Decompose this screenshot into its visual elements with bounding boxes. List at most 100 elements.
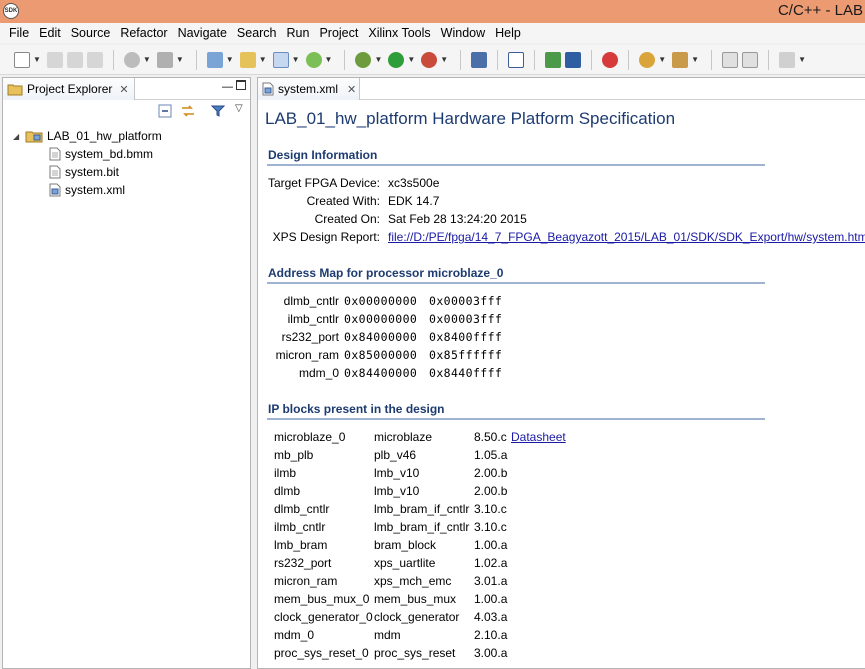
paragraph-icon[interactable]: [742, 51, 759, 68]
toolbar-separator: [768, 49, 770, 70]
address-map-name: mdm_0: [298, 366, 339, 380]
info-value: EDK 14.7: [388, 194, 440, 208]
ip-type: xps_mch_emc: [374, 574, 452, 588]
ip-version: 2.00.b: [474, 484, 508, 498]
ip-version: 8.50.c: [474, 430, 507, 444]
debug-dropdown-icon[interactable]: ▼: [374, 55, 382, 64]
info-label: Target FPGA Device:: [267, 176, 380, 190]
new-dropdown-icon[interactable]: ▼: [33, 55, 41, 64]
save-icon[interactable]: [46, 51, 63, 68]
info-label: Created With:: [306, 194, 380, 208]
repository-icon[interactable]: [602, 51, 619, 68]
design-report-link[interactable]: file://D:/PE/fpga/14_7_FPGA_Beagyazott_2…: [388, 230, 865, 244]
address-map-name: dlmb_cntlr: [283, 294, 339, 308]
new-class-dropdown-icon[interactable]: ▼: [292, 55, 300, 64]
print-icon[interactable]: [86, 51, 103, 68]
ip-type: mem_bus_mux: [374, 592, 457, 606]
external-tools-icon[interactable]: [421, 51, 438, 68]
project-explorer-tabbar: Project Explorer ✕ —: [3, 78, 250, 100]
menu-bar: File Edit Source Refactor Navigate Searc…: [0, 23, 865, 43]
menu-refactor[interactable]: Refactor: [115, 26, 172, 40]
new-project-dropdown-icon[interactable]: ▼: [226, 55, 234, 64]
expanded-arrow-icon[interactable]: ◢: [13, 132, 25, 141]
new-class-icon[interactable]: [272, 51, 289, 68]
new-source-folder-icon[interactable]: [239, 51, 256, 68]
toolbar-separator: [195, 49, 197, 70]
terminal-icon[interactable]: [508, 51, 525, 68]
next-annotation-dropdown-icon[interactable]: ▼: [798, 55, 806, 64]
external-tools-dropdown-icon[interactable]: ▼: [440, 55, 448, 64]
hardware-platform-icon[interactable]: [545, 51, 562, 68]
run-dropdown-icon[interactable]: ▼: [407, 55, 415, 64]
new-file-icon[interactable]: [305, 51, 322, 68]
maximize-icon[interactable]: [236, 80, 246, 90]
menu-navigate[interactable]: Navigate: [173, 26, 232, 40]
close-icon[interactable]: ✕: [347, 83, 356, 96]
tree-label: LAB_01_hw_platform: [47, 129, 162, 143]
menu-file[interactable]: File: [4, 26, 34, 40]
save-all-icon[interactable]: [66, 51, 83, 68]
explorer-view-toolbar: ▽: [3, 100, 250, 122]
address-map-name: micron_ram: [275, 348, 339, 362]
hammer-build-icon[interactable]: [156, 51, 173, 68]
pen-annotate-icon[interactable]: [672, 51, 689, 68]
minimize-icon[interactable]: —: [222, 81, 233, 93]
toolbar-separator: [591, 49, 593, 70]
collapse-all-icon[interactable]: [158, 104, 172, 118]
close-icon[interactable]: ✕: [119, 83, 128, 96]
folder-icon: [7, 84, 23, 96]
ip-type: microblaze: [374, 430, 433, 444]
address-base: 0x00000000: [344, 294, 418, 308]
ip-instance: mb_plb: [274, 448, 314, 462]
next-annotation-icon[interactable]: [779, 51, 796, 68]
section-divider: [267, 282, 765, 284]
build-config-dropdown-icon[interactable]: ▼: [143, 55, 151, 64]
menu-edit[interactable]: Edit: [34, 26, 66, 40]
tree-label: system_bd.bmm: [65, 147, 154, 161]
hardware-spec-file-icon: [262, 82, 274, 96]
debug-bug-icon[interactable]: [355, 51, 372, 68]
ip-instance: micron_ram: [274, 574, 338, 588]
build-dropdown-icon[interactable]: ▼: [176, 55, 184, 64]
new-cpp-project-icon[interactable]: [206, 51, 223, 68]
program-fpga-icon[interactable]: [471, 51, 488, 68]
tab-system-xml[interactable]: system.xml ✕: [258, 78, 360, 100]
run-play-icon[interactable]: [388, 51, 405, 68]
toolbar-separator: [344, 49, 346, 70]
editor-panel: system.xml ✕ LAB_01_hw_platform Hardware…: [257, 77, 865, 669]
new-folder-dropdown-icon[interactable]: ▼: [259, 55, 267, 64]
link-with-editor-icon[interactable]: [180, 104, 196, 118]
menu-window[interactable]: Window: [436, 26, 490, 40]
menu-project[interactable]: Project: [314, 26, 363, 40]
menu-source[interactable]: Source: [66, 26, 116, 40]
hardware-spec-file-icon: [49, 183, 61, 197]
ip-type: lmb_bram_if_cntlr: [374, 502, 470, 516]
ip-type: xps_uartlite: [374, 556, 436, 570]
tree-item-file[interactable]: system.xml: [49, 181, 125, 199]
datasheet-link[interactable]: Datasheet: [511, 430, 566, 444]
annotate-dropdown-icon[interactable]: ▼: [691, 55, 699, 64]
tree-item-file[interactable]: system_bd.bmm: [49, 145, 153, 163]
info-label: XPS Design Report:: [272, 230, 380, 244]
new-icon[interactable]: [14, 51, 30, 68]
view-menu-icon[interactable]: ▽: [235, 103, 243, 114]
ip-version: 3.10.c: [474, 520, 507, 534]
new-file-dropdown-icon[interactable]: ▼: [325, 55, 333, 64]
ip-version: 2.00.b: [474, 466, 508, 480]
build-configurations-icon[interactable]: [123, 51, 140, 68]
section-heading-address-map: Address Map for processor microblaze_0: [268, 266, 504, 280]
menu-run[interactable]: Run: [282, 26, 315, 40]
page-layout-icon[interactable]: [722, 51, 739, 68]
menu-search[interactable]: Search: [232, 26, 282, 40]
filter-icon[interactable]: [211, 105, 225, 117]
address-high: 0x85ffffff: [429, 348, 503, 362]
perspective-dropdown-icon[interactable]: ▼: [658, 55, 666, 64]
board-support-package-icon[interactable]: [565, 51, 582, 68]
tab-project-explorer[interactable]: Project Explorer ✕: [3, 78, 135, 100]
open-perspective-icon[interactable]: [639, 51, 656, 68]
menu-xilinx-tools[interactable]: Xilinx Tools: [363, 26, 435, 40]
menu-help[interactable]: Help: [490, 26, 526, 40]
tree-item-file[interactable]: system.bit: [49, 163, 119, 181]
editor-tabbar: system.xml ✕: [258, 78, 865, 100]
tree-item-project[interactable]: ◢ LAB_01_hw_platform: [13, 127, 162, 145]
